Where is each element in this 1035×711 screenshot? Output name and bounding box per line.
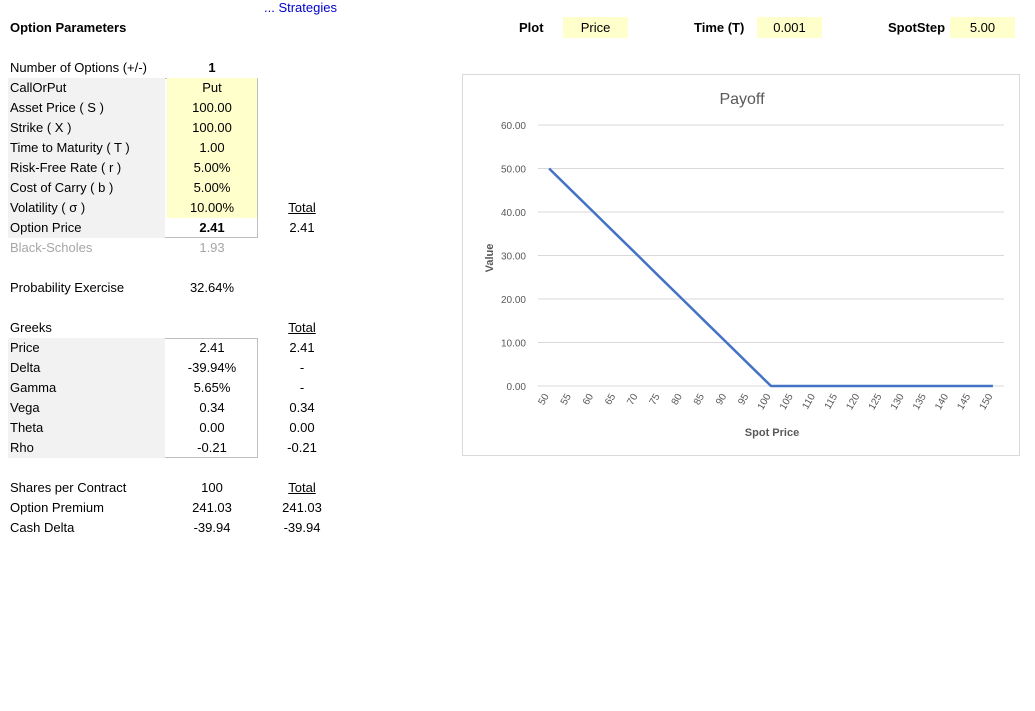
x-tick-label: 60 — [581, 392, 596, 408]
x-tick-label: 125 — [867, 392, 885, 412]
x-tick-label: 135 — [911, 392, 929, 412]
spotstep-label: SpotStep — [888, 20, 946, 35]
strike-input[interactable]: 100.00 — [167, 118, 257, 138]
cash-delta-value: -39.94 — [193, 520, 231, 535]
payoff-chart[interactable]: Payoff 0.00 10.00 20.00 30.00 40.00 50.00 60.00… — [462, 74, 1020, 456]
greek-total-price: 2.41 — [289, 340, 315, 355]
param-label-risk-free-rate: Risk-Free Rate ( r ) — [8, 158, 165, 178]
x-tick-label: 110 — [800, 392, 818, 412]
shares-per-contract-label: Shares per Contract — [10, 480, 127, 495]
time-input[interactable]: 0.001 — [757, 17, 822, 38]
x-axis-title: Spot Price — [745, 427, 799, 439]
cash-delta-total: -39.94 — [283, 520, 321, 535]
risk-free-rate-input[interactable]: 5.00% — [167, 158, 257, 178]
greek-value-price: 2.41 — [199, 340, 225, 355]
black-scholes-value: 1.93 — [199, 240, 225, 255]
greek-label-rho: Rho — [8, 438, 165, 458]
callorput-select[interactable]: Put — [167, 78, 257, 98]
params-total-header: Total — [288, 200, 316, 215]
x-tick-label: 105 — [778, 392, 796, 412]
black-scholes-label: Black-Scholes — [10, 240, 93, 255]
greek-value-vega: 0.34 — [199, 400, 225, 415]
greek-value-delta: -39.94% — [187, 360, 237, 375]
volatility-input[interactable]: 10.00% — [167, 198, 257, 218]
x-tick-label: 90 — [714, 392, 729, 408]
asset-price-input[interactable]: 100.00 — [167, 98, 257, 118]
greek-value-gamma: 5.65% — [193, 380, 231, 395]
greeks-total-header: Total — [288, 320, 316, 335]
greek-value-rho: -0.21 — [197, 440, 227, 455]
time-to-maturity-input[interactable]: 1.00 — [167, 138, 257, 158]
y-tick-label: 50.00 — [501, 165, 526, 176]
param-label-callorput: CallOrPut — [8, 78, 165, 98]
option-price-value: 2.41 — [199, 220, 225, 235]
greek-label-vega: Vega — [8, 398, 165, 418]
spotstep-input[interactable]: 5.00 — [950, 17, 1015, 38]
x-tick-label: 120 — [844, 392, 862, 412]
x-tick-label: 70 — [625, 392, 640, 408]
plot-select[interactable]: Price — [563, 17, 628, 38]
param-label-volatility: Volatility ( σ ) — [8, 198, 165, 218]
x-tick-label: 80 — [670, 392, 685, 408]
param-label-asset-price: Asset Price ( S ) — [8, 98, 165, 118]
x-tick-label: 50 — [537, 392, 552, 408]
time-label: Time (T) — [694, 20, 745, 35]
param-label-strike: Strike ( X ) — [8, 118, 165, 138]
series-line-0 — [548, 167, 993, 388]
payoff-chart-svg: Payoff 0.00 10.00 20.00 30.00 40.00 50.00 60.00… — [484, 91, 1004, 439]
greek-total-delta: - — [299, 360, 305, 375]
shares-per-contract-value[interactable]: 100 — [167, 478, 257, 498]
y-axis-title: Value — [484, 244, 496, 273]
x-tick-label: 100 — [756, 392, 774, 412]
x-tick-label: 75 — [648, 392, 663, 408]
num-options-label: Number of Options (+/-) — [10, 60, 147, 75]
y-tick-label: 10.00 — [501, 339, 526, 350]
greek-label-gamma: Gamma — [8, 378, 165, 398]
x-tick-label: 95 — [736, 392, 751, 408]
greek-label-delta: Delta — [8, 358, 165, 378]
y-tick-label: 0.00 — [507, 382, 527, 393]
plot-label: Plot — [519, 20, 544, 35]
strategies-link[interactable]: ... Strategies — [264, 0, 337, 15]
greek-label-theta: Theta — [8, 418, 165, 438]
x-tick-label: 65 — [603, 392, 618, 408]
x-tick-label: 145 — [955, 392, 973, 412]
x-tick-label: 115 — [823, 392, 841, 412]
y-tick-label: 20.00 — [501, 295, 526, 306]
probability-exercise-value: 32.64% — [189, 280, 235, 295]
contract-total-header: Total — [288, 480, 316, 495]
param-label-time-to-maturity: Time to Maturity ( T ) — [8, 138, 165, 158]
x-tick-label: 150 — [978, 392, 996, 412]
option-price-label: Option Price — [8, 218, 165, 238]
x-tick-label: 130 — [889, 392, 907, 412]
greeks-header: Greeks — [10, 320, 52, 335]
chart-title: Payoff — [719, 91, 765, 108]
probability-exercise-label: Probability Exercise — [10, 280, 125, 295]
option-price-total: 2.41 — [289, 220, 315, 235]
option-premium-label: Option Premium — [10, 500, 104, 515]
cash-delta-label: Cash Delta — [10, 520, 75, 535]
cost-of-carry-input[interactable]: 5.00% — [167, 178, 257, 198]
greek-label-price: Price — [8, 338, 165, 358]
page-title: Option Parameters — [10, 20, 127, 35]
option-premium-value: 241.03 — [192, 500, 232, 515]
greek-value-theta: 0.00 — [199, 420, 225, 435]
greek-total-vega: 0.34 — [289, 400, 315, 415]
y-tick-label: 60.00 — [501, 121, 526, 132]
x-tick-label: 55 — [559, 392, 574, 408]
x-tick-label: 140 — [933, 392, 951, 412]
x-tick-label: 85 — [692, 392, 707, 408]
greek-total-gamma: - — [299, 380, 305, 395]
num-options-value[interactable]: 1 — [167, 58, 257, 78]
option-premium-total: 241.03 — [282, 500, 322, 515]
greek-total-rho: -0.21 — [287, 440, 317, 455]
y-tick-label: 30.00 — [501, 252, 526, 263]
y-tick-label: 40.00 — [501, 208, 526, 219]
greek-total-theta: 0.00 — [289, 420, 315, 435]
param-label-cost-of-carry: Cost of Carry ( b ) — [8, 178, 165, 198]
